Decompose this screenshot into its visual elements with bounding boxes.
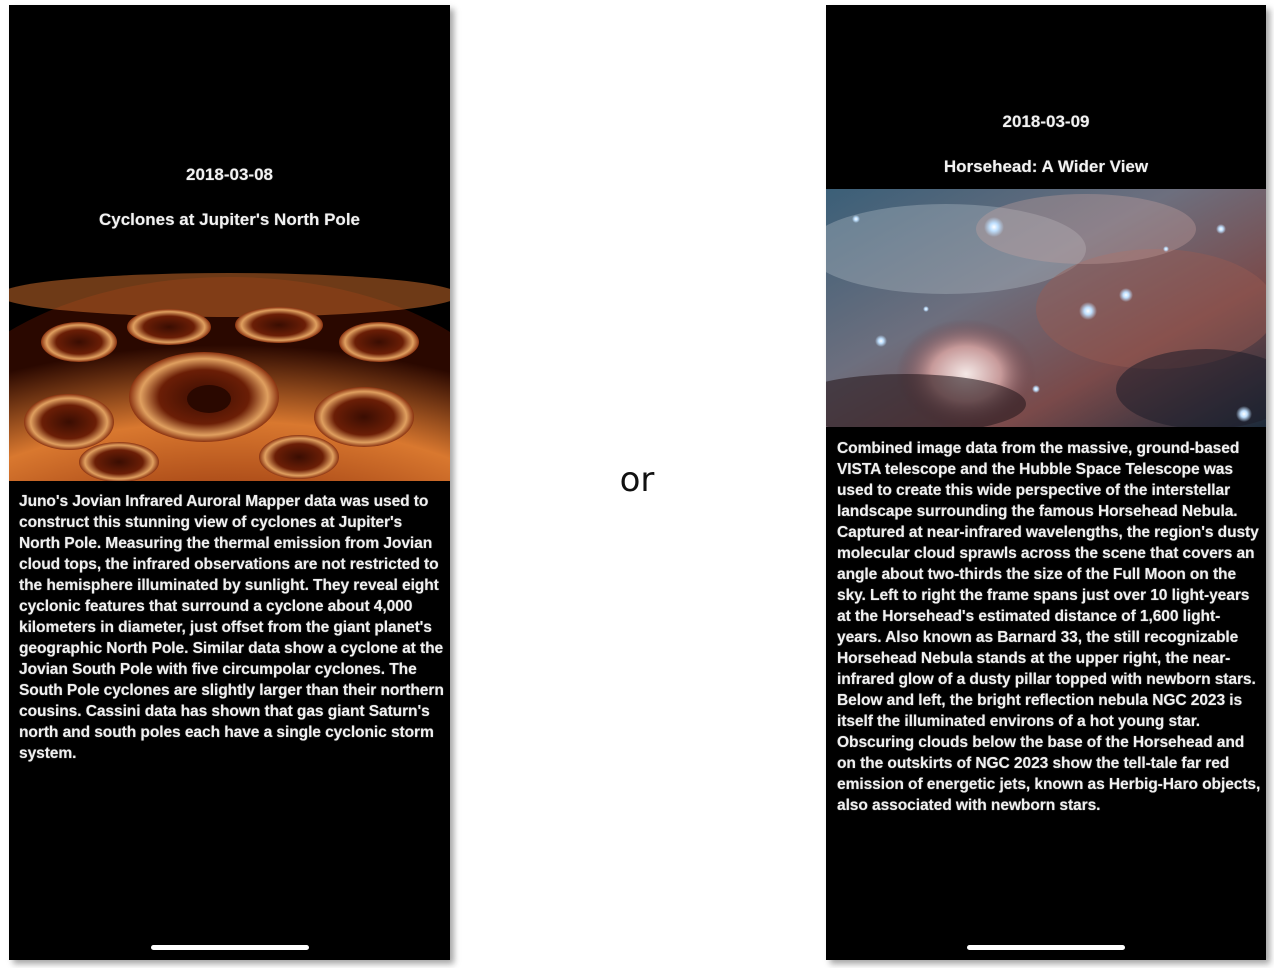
nebula-image-graphic — [826, 189, 1266, 427]
apod-title: Cyclones at Jupiter's North Pole — [99, 210, 360, 229]
apod-date: 2018-03-08 — [186, 165, 273, 184]
apod-title: Horsehead: A Wider View — [943, 157, 1149, 176]
apod-image-horsehead[interactable] — [826, 189, 1266, 427]
or-separator: or — [619, 460, 655, 500]
home-indicator[interactable] — [967, 945, 1125, 950]
apod-explanation: Juno's Jovian Infrared Auroral Mapper da… — [19, 493, 444, 762]
home-indicator[interactable] — [150, 945, 309, 950]
apod-explanation: Combined image data from the massive, gr… — [837, 440, 1261, 814]
jupiter-image-graphic — [9, 247, 450, 481]
phone-screen-right: 2018-03-09 Horsehead: A Wider View Combi… — [826, 5, 1266, 960]
apod-image-jupiter[interactable] — [9, 247, 450, 481]
phone-screen-left: 2018-03-08 Cyclones at Jupiter's North P… — [9, 5, 450, 960]
apod-date: 2018-03-09 — [1002, 112, 1090, 131]
comparison-canvas: 2018-03-08 Cyclones at Jupiter's North P… — [0, 0, 1274, 968]
